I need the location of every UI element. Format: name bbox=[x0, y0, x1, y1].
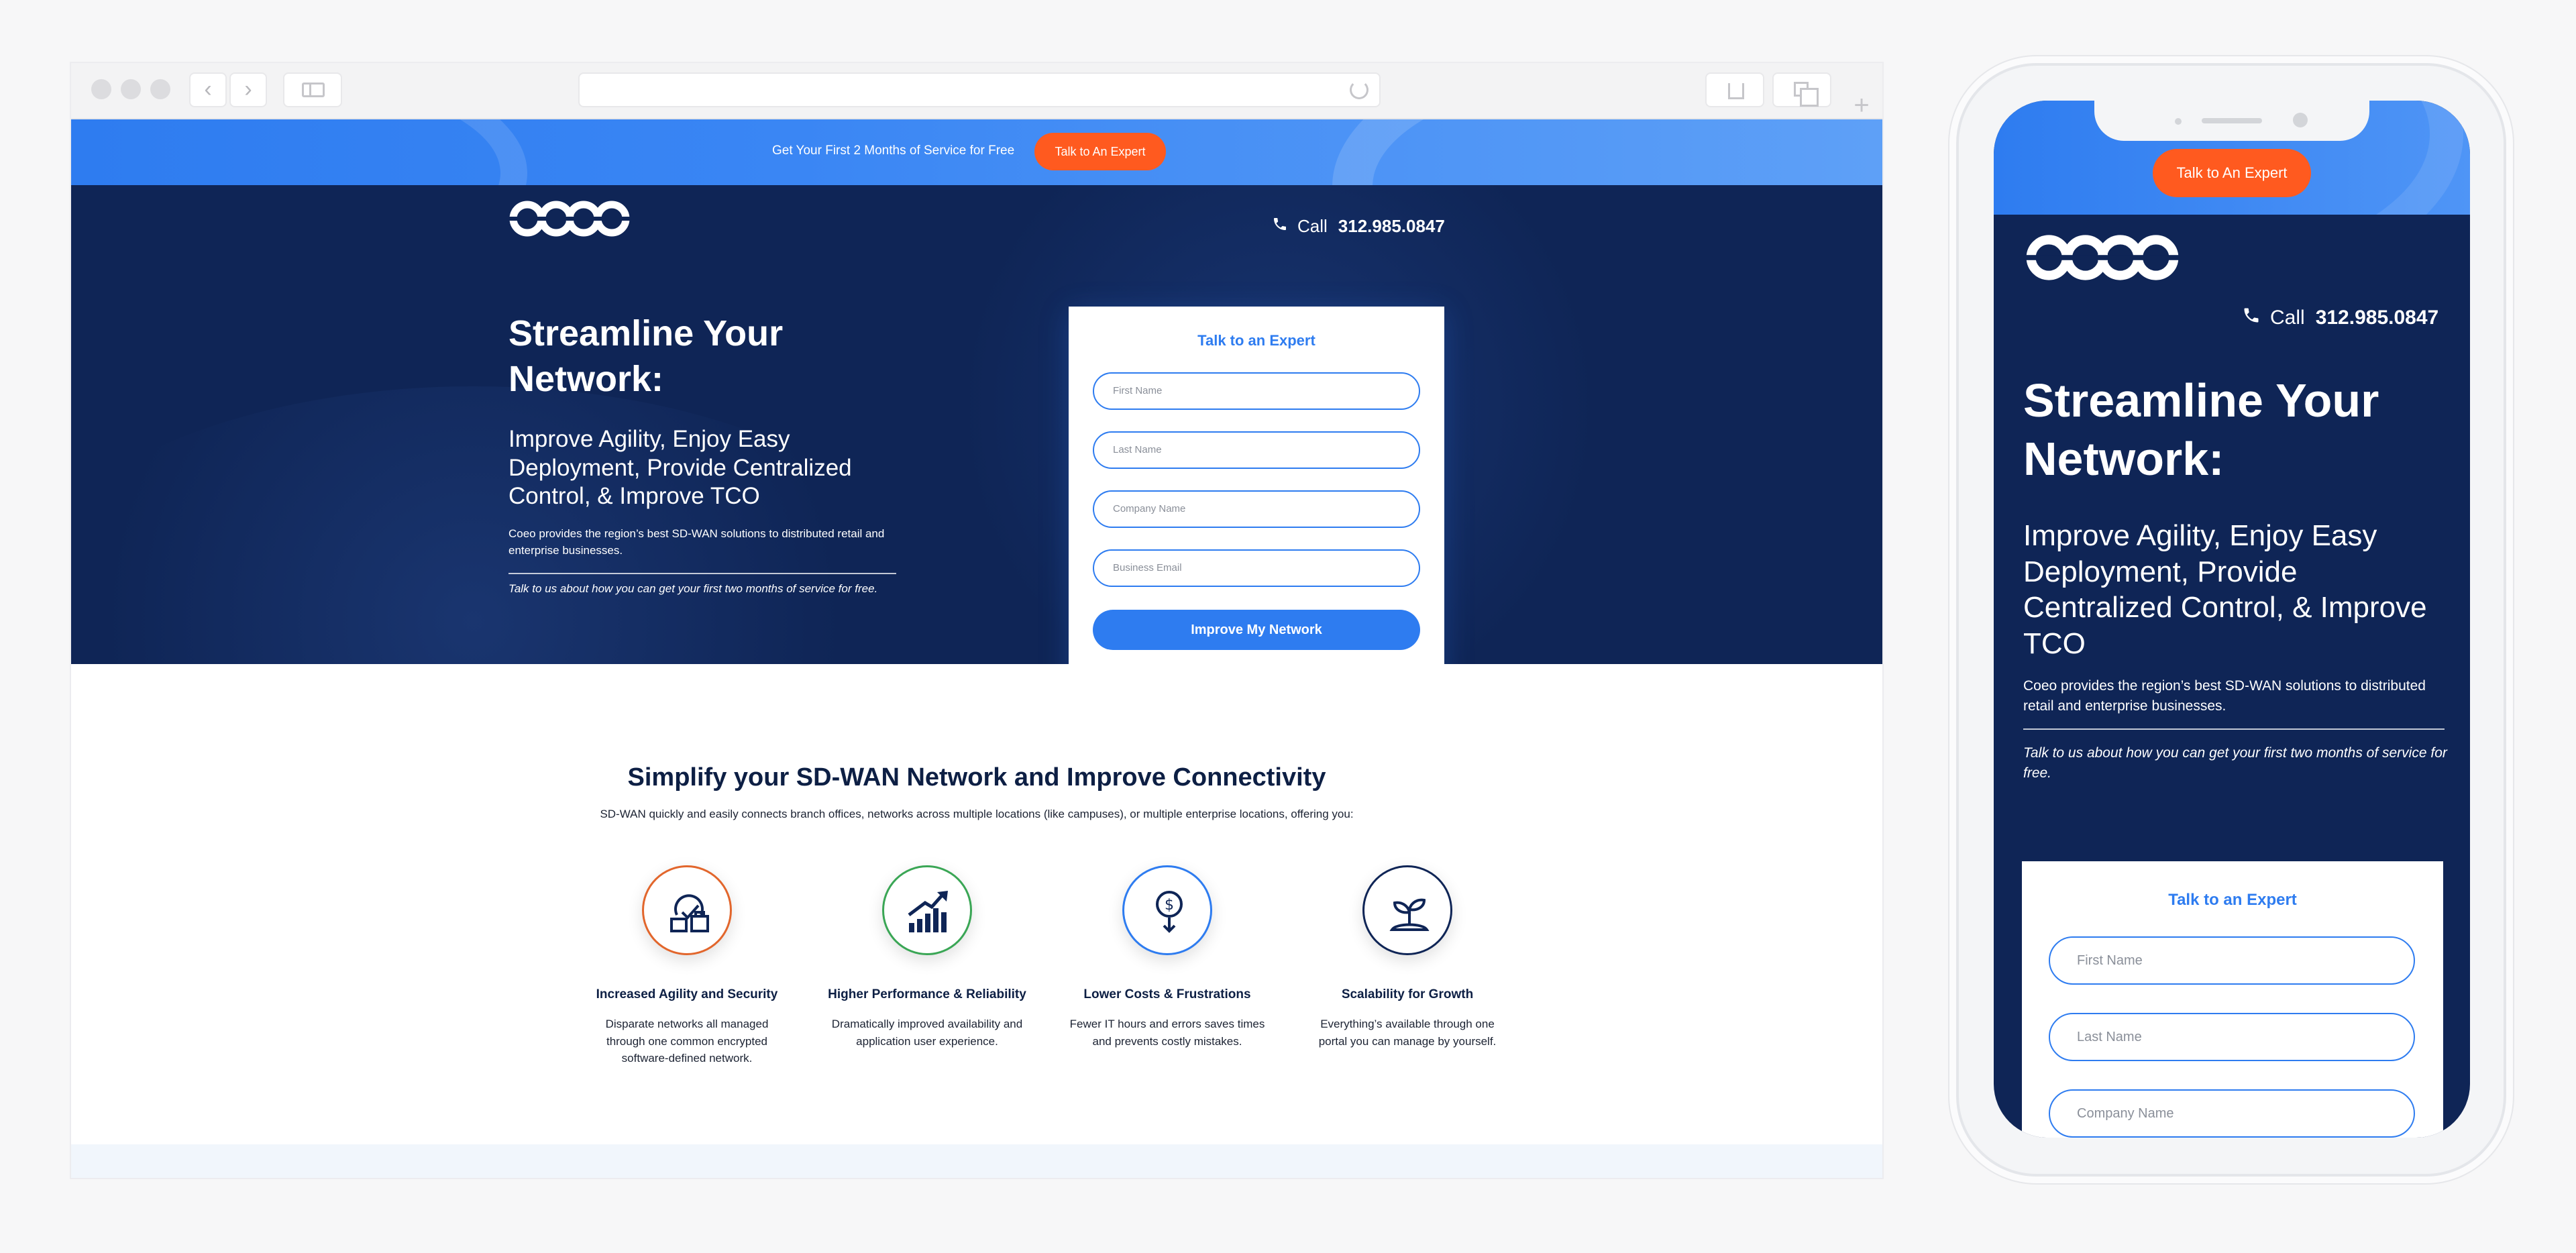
new-tab-icon[interactable]: + bbox=[1845, 90, 1878, 121]
tabs-overview-icon[interactable] bbox=[1772, 72, 1831, 107]
form-title: Talk to an Expert bbox=[1197, 332, 1316, 349]
mobile-screen: Talk to An Expert Call 312.985.0847 Stre… bbox=[1994, 101, 2470, 1138]
phone-number[interactable]: 312.985.0847 bbox=[2316, 307, 2439, 329]
sprout-icon bbox=[1362, 865, 1452, 955]
feature-title: Higher Performance & Reliability bbox=[828, 987, 1026, 1001]
security-icon bbox=[642, 865, 732, 955]
feature-text: Fewer IT hours and errors saves times an… bbox=[1069, 1018, 1265, 1048]
window-maximize-dot[interactable] bbox=[150, 79, 170, 99]
mobile-hero-note: Talk to us about how you can get your fi… bbox=[2023, 745, 2447, 781]
mobile-talk-to-expert-button[interactable]: Talk to An Expert bbox=[2153, 149, 2311, 197]
call-label: Call bbox=[1297, 216, 1328, 236]
phone-icon bbox=[1272, 216, 1288, 237]
mobile-coeo-logo[interactable] bbox=[2023, 232, 2182, 283]
growth-chart-icon bbox=[882, 865, 972, 955]
phone-contact[interactable]: Call 312.985.0847 bbox=[1272, 216, 1445, 237]
phone-number[interactable]: 312.985.0847 bbox=[1338, 216, 1445, 237]
share-icon[interactable] bbox=[1705, 72, 1764, 107]
feature-text: Disparate networks all managed through o… bbox=[605, 1018, 769, 1065]
phone-icon bbox=[2242, 306, 2261, 330]
expert-form: Talk to an Expert First Name Last Name C… bbox=[1069, 307, 1444, 684]
first-name-field[interactable]: First Name bbox=[1093, 372, 1420, 410]
mobile-hero-description: Coeo provides the region’s best SD-WAN s… bbox=[2023, 678, 2426, 714]
feature-text: Everything’s available through one porta… bbox=[1318, 1018, 1497, 1048]
call-label: Call bbox=[2270, 307, 2305, 329]
business-email-field[interactable]: Business Email bbox=[1093, 549, 1420, 587]
mobile-last-name-field[interactable]: Last Name bbox=[2049, 1013, 2415, 1061]
features-section: Simplify your SD-WAN Network and Improve… bbox=[71, 664, 1882, 1134]
mobile-expert-form: Talk to an Expert First Name Last Name C… bbox=[2022, 861, 2443, 1138]
forward-icon[interactable]: › bbox=[229, 72, 267, 107]
address-bar[interactable] bbox=[578, 72, 1381, 107]
feature-title: Scalability for Growth bbox=[1341, 987, 1474, 1001]
section-title: Simplify your SD-WAN Network and Improve… bbox=[627, 763, 1326, 792]
talk-to-expert-button[interactable]: Talk to An Expert bbox=[1034, 133, 1166, 170]
hero-section: Call 312.985.0847 Streamline Your Networ… bbox=[71, 185, 1882, 664]
cost-down-icon: $ bbox=[1122, 865, 1212, 955]
mobile-hero-subtitle: Improve Agility, Enjoy Easy Deployment, … bbox=[2023, 519, 2427, 661]
mobile-hero-divider bbox=[2023, 728, 2445, 730]
mobile-first-name-field[interactable]: First Name bbox=[2049, 936, 2415, 985]
window-close-dot[interactable] bbox=[91, 79, 111, 99]
improve-my-network-button[interactable]: Improve My Network bbox=[1093, 610, 1420, 650]
hero-note: Talk to us about how you can get your fi… bbox=[508, 582, 878, 595]
mobile-device-frame: Talk to An Expert Call 312.985.0847 Stre… bbox=[1956, 63, 2506, 1177]
window-minimize-dot[interactable] bbox=[121, 79, 141, 99]
front-camera bbox=[2293, 113, 2308, 127]
browser-toolbar: ‹ › + bbox=[71, 63, 1882, 121]
mobile-company-name-field[interactable]: Company Name bbox=[2049, 1089, 2415, 1138]
reload-icon[interactable] bbox=[1350, 80, 1368, 99]
feature-title: Increased Agility and Security bbox=[596, 987, 778, 1001]
last-name-field[interactable]: Last Name bbox=[1093, 431, 1420, 469]
feature-text: Dramatically improved availability and a… bbox=[831, 1018, 1023, 1048]
back-icon[interactable]: ‹ bbox=[189, 72, 227, 107]
speaker bbox=[2202, 118, 2262, 123]
sidebar-icon[interactable] bbox=[283, 72, 342, 107]
hero-divider bbox=[508, 573, 896, 574]
footer-band bbox=[71, 1144, 1882, 1178]
mobile-form-title: Talk to an Expert bbox=[2168, 891, 2297, 909]
hero-description: Coeo provides the region’s best SD-WAN s… bbox=[508, 527, 885, 557]
promo-banner: Get Your First 2 Months of Service for F… bbox=[71, 119, 1882, 185]
svg-text:$: $ bbox=[1165, 897, 1174, 914]
phone-notch bbox=[2094, 101, 2369, 141]
promo-text: Get Your First 2 Months of Service for F… bbox=[772, 144, 1015, 158]
desktop-browser-window: ‹ › + Get Your First 2 Months of Service… bbox=[71, 63, 1882, 1178]
hero-title: Streamline Your Network: bbox=[508, 313, 784, 399]
coeo-logo[interactable] bbox=[508, 199, 631, 239]
mobile-hero-title: Streamline Your Network: bbox=[2023, 374, 2379, 485]
hero-subtitle: Improve Agility, Enjoy Easy Deployment, … bbox=[508, 426, 852, 510]
feature-title: Lower Costs & Frustrations bbox=[1083, 987, 1251, 1001]
section-description: SD-WAN quickly and easily connects branc… bbox=[600, 808, 1354, 820]
company-name-field[interactable]: Company Name bbox=[1093, 490, 1420, 528]
mobile-phone-contact[interactable]: Call 312.985.0847 bbox=[2242, 306, 2438, 330]
